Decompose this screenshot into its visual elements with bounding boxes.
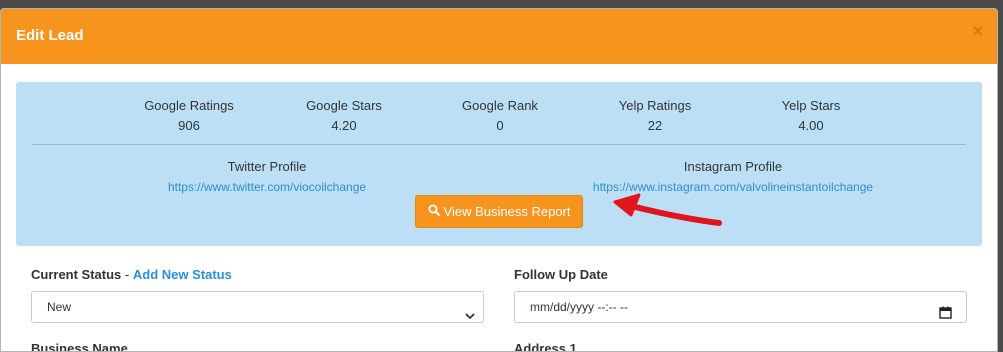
modal-header: Edit Lead × — [1, 9, 997, 64]
instagram-profile-link[interactable]: https://www.instagram.com/valvolineinsta… — [523, 177, 943, 197]
current-status-value: New — [47, 300, 72, 314]
current-status-select[interactable]: New — [31, 291, 484, 323]
follow-up-date-placeholder: mm/dd/yyyy --:-- -- — [530, 300, 628, 314]
address-1-label: Address 1 — [514, 341, 577, 352]
business-name-label: Business Name — [31, 341, 128, 352]
twitter-profile: Twitter Profile https://www.twitter.com/… — [57, 157, 477, 197]
stat-label: Yelp Ratings — [618, 98, 692, 113]
stat-yelp-stars: Yelp Stars 4.00 — [731, 96, 891, 136]
label-separator: - — [121, 267, 133, 282]
current-status-text: Current Status — [31, 267, 122, 282]
stat-value: 4.00 — [798, 118, 824, 133]
follow-up-date-label: Follow Up Date — [514, 267, 608, 282]
stat-google-rank: Google Rank 0 — [420, 96, 580, 136]
stat-value: 906 — [178, 118, 200, 133]
chevron-down-icon — [465, 302, 475, 332]
instagram-profile: Instagram Profile https://www.instagram.… — [523, 157, 943, 197]
add-new-status-link[interactable]: Add New Status — [133, 267, 232, 282]
twitter-profile-link[interactable]: https://www.twitter.com/viocoilchange — [57, 177, 477, 197]
stat-label: Google Stars — [306, 98, 382, 113]
stat-label: Google Ratings — [144, 98, 234, 113]
twitter-profile-label: Twitter Profile — [227, 159, 307, 174]
search-icon — [428, 196, 440, 227]
current-status-label: Current Status - Add New Status — [31, 266, 232, 284]
stat-label: Yelp Stars — [781, 98, 841, 113]
edit-lead-modal: Edit Lead × Google Ratings 906 Google St… — [0, 8, 998, 352]
stat-value: 22 — [647, 118, 663, 133]
panel-divider — [32, 144, 966, 145]
follow-up-date-input[interactable]: mm/dd/yyyy --:-- -- — [514, 291, 967, 323]
stat-label: Google Rank — [462, 98, 538, 113]
stat-google-stars: Google Stars 4.20 — [264, 96, 424, 136]
instagram-profile-label: Instagram Profile — [683, 159, 783, 174]
stat-yelp-ratings: Yelp Ratings 22 — [575, 96, 735, 136]
stat-value: 4.20 — [331, 118, 357, 133]
close-button[interactable]: × — [972, 21, 983, 41]
red-arrow-icon — [599, 193, 729, 248]
view-business-report-label: View Business Report — [443, 204, 571, 219]
stat-google-ratings: Google Ratings 906 — [109, 96, 269, 136]
stat-value: 0 — [496, 118, 504, 133]
view-business-report-button[interactable]: View Business Report — [415, 195, 583, 228]
calendar-icon[interactable] — [939, 300, 952, 330]
modal-title: Edit Lead — [16, 27, 84, 44]
business-info-panel: Google Ratings 906 Google Stars 4.20 Goo… — [16, 82, 982, 246]
